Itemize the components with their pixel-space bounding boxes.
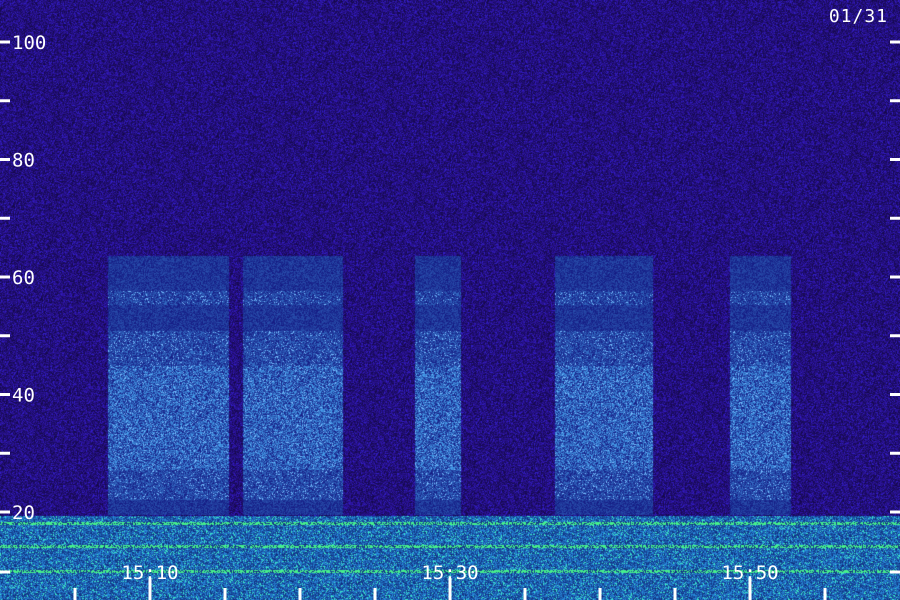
spectrogram-image bbox=[0, 0, 900, 600]
x-tick-label: 15:30 bbox=[421, 562, 478, 584]
date-label: 01/31 bbox=[828, 6, 888, 27]
y-tick-label: 20 bbox=[12, 502, 35, 524]
x-tick-label: 15:50 bbox=[721, 562, 778, 584]
y-tick-label: 60 bbox=[12, 267, 35, 289]
spectrogram-chart: 20 40 60 80 100 15:10 15:30 15:50 bbox=[0, 0, 900, 600]
x-tick-label: 15:10 bbox=[121, 562, 178, 584]
y-tick-label: 40 bbox=[12, 385, 35, 407]
y-tick-label: 80 bbox=[12, 150, 35, 172]
y-tick-label: 100 bbox=[12, 32, 46, 54]
